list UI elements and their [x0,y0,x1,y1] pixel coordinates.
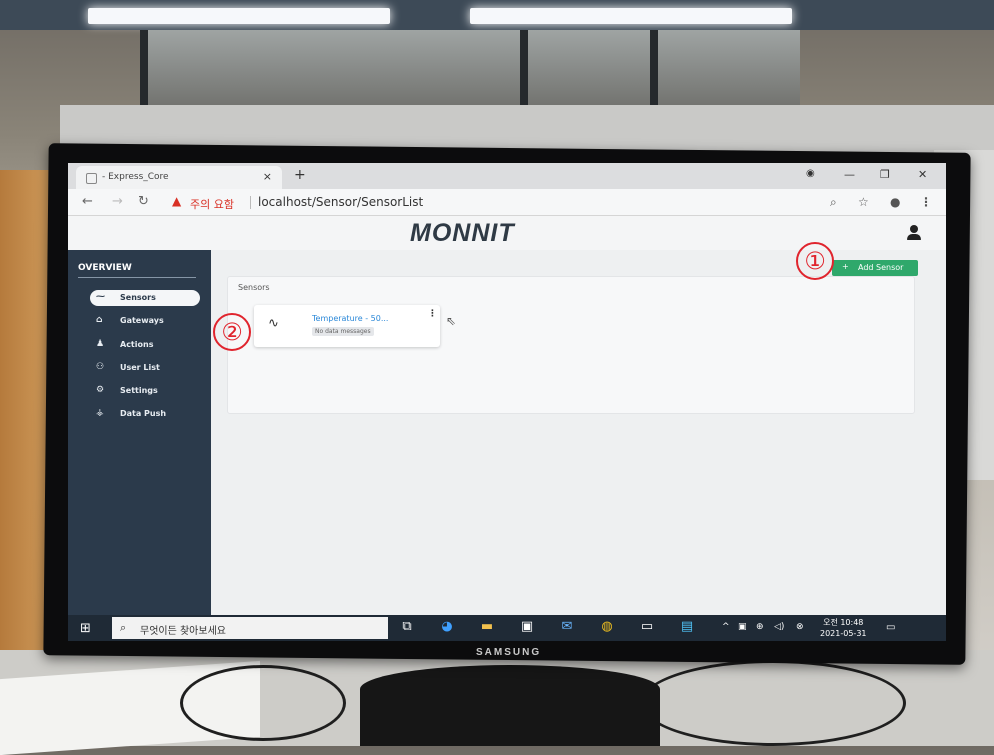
user-body-shape [907,234,921,240]
sidebar: OVERVIEW ⁓ Sensors ⌂ Gateways ♟ Actions … [68,250,211,641]
status-badge: No data messages [312,327,374,336]
monitor-stand [360,665,660,746]
cable [640,660,906,746]
mail-icon[interactable]: ✉ [558,619,576,637]
browser-toolbar: ← → ↻ ▲ 주의 요함 localhost/Sensor/SensorLis… [68,189,946,216]
search-icon: ⌕ [120,621,127,634]
warning-icon: ▲ [172,194,182,208]
monitor-screen: - Express_Core × + ◉ — ❐ ✕ ← → ↻ ▲ 주의 요함… [68,163,946,641]
sidebar-item-settings[interactable]: ⚙ Settings [90,383,200,399]
network-icon: ⚶ [96,408,104,418]
address-separator [250,196,251,209]
sidebar-item-actions[interactable]: ♟ Actions [90,337,200,353]
monitor-brand-logo: SAMSUNG [476,647,542,658]
main-content: + Add Sensor Sensors ∿ Temperature - 50.… [211,250,946,641]
browser-tab-bar: - Express_Core × + ◉ — ❐ ✕ [68,163,946,189]
not-secure-label[interactable]: 주의 요함 [190,196,234,212]
terminal-icon[interactable]: ▭ [638,619,656,637]
profile-icon[interactable]: ● [890,195,900,209]
sidebar-item-label: Sensors [120,293,156,302]
plus-icon: + [842,262,849,271]
sidebar-item-data-push[interactable]: ⚶ Data Push [90,406,200,422]
sidebar-title: OVERVIEW [78,263,132,273]
search-placeholder: 무엇이든 찾아보세요 [140,626,226,637]
pulse-icon: ⁓ [96,292,105,302]
minimize-button[interactable]: — [844,168,855,181]
remote-desktop-icon[interactable]: ▤ [678,619,696,637]
clock-time: 오전 10:48 [823,618,864,627]
sidebar-item-sensors[interactable]: ⁓ Sensors [90,290,200,306]
taskbar-clock[interactable]: 오전 10:48 2021-05-31 [820,617,867,639]
windows-taskbar: ⊞ ⌕ 무엇이든 찾아보세요 ⧉ ◕ ▬ ▣ ✉ ◍ ▭ ▤ ^ ▣ ⊕ ◁) … [68,615,946,641]
file-explorer-icon[interactable]: ▬ [478,619,496,637]
store-icon[interactable]: ▣ [518,619,536,637]
tab-close-icon[interactable]: × [263,170,272,183]
address-bar[interactable]: localhost/Sensor/SensorList [258,195,423,209]
mouse-cursor-icon: ⇖ [446,314,457,328]
pulse-icon: ∿ [268,316,279,331]
maximize-button[interactable]: ❐ [880,168,890,181]
chrome-icon[interactable]: ◍ [598,619,616,637]
sensors-panel: Sensors ∿ Temperature - 50... No data me… [227,276,915,414]
sidebar-divider [78,277,196,278]
clock-date: 2021-05-31 [820,629,867,638]
task-view-icon[interactable]: ⧉ [398,619,416,637]
sidebar-item-label: Gateways [120,316,164,325]
volume-icon[interactable]: ◁) [774,622,784,632]
ime-icon[interactable]: ⊗ [796,622,804,632]
bell-icon: ♟ [96,339,105,349]
ceiling-light [88,8,390,24]
gear-icon: ⚙ [96,385,105,395]
tray-chevron-icon[interactable]: ^ [722,622,730,632]
sidebar-item-user-list[interactable]: ⚇ User List [90,360,200,376]
user-head-shape [910,225,918,233]
add-sensor-button[interactable]: + Add Sensor [832,260,918,276]
ceiling-light [470,8,792,24]
users-icon: ⚇ [96,362,105,372]
sensor-card[interactable]: ∿ Temperature - 50... No data messages ⋮ [254,305,440,347]
sidebar-item-label: Settings [120,386,158,395]
annotation-marker-2: ② [213,313,251,351]
card-menu-icon[interactable]: ⋮ [428,309,437,319]
page-favicon-icon [86,173,97,184]
router-icon: ⌂ [96,315,103,325]
sidebar-item-label: Data Push [120,409,167,418]
close-window-button[interactable]: ✕ [918,168,927,181]
search-icon[interactable]: ⌕ [830,195,837,210]
sidebar-item-label: Actions [120,340,154,349]
new-tab-button[interactable]: + [294,167,306,183]
monnit-logo: MONNIT [410,219,515,247]
sensor-name-link[interactable]: Temperature - 50... [312,314,388,323]
sidebar-item-gateways[interactable]: ⌂ Gateways [90,313,200,329]
tab-title: - Express_Core [102,172,169,182]
browser-menu-icon[interactable]: ⋮ [920,195,932,209]
panel-title: Sensors [238,283,270,292]
reload-icon[interactable]: ↻ [138,194,149,209]
user-account-icon[interactable] [904,223,924,243]
forward-arrow-icon[interactable]: → [112,194,123,209]
annotation-marker-1: ① [796,242,834,280]
sidebar-item-label: User List [120,363,160,372]
language-icon[interactable]: ⊕ [756,622,764,632]
notification-icon[interactable]: ▭ [886,622,895,633]
tray-app-icon[interactable]: ▣ [738,622,747,632]
add-sensor-label: Add Sensor [858,263,904,272]
windows-start-icon[interactable]: ⊞ [80,621,91,636]
back-arrow-icon[interactable]: ← [82,194,93,209]
bookmark-star-icon[interactable]: ☆ [858,195,869,209]
edge-browser-icon[interactable]: ◕ [438,619,456,637]
browser-tab[interactable]: - Express_Core × [76,166,282,189]
taskbar-search-input[interactable]: ⌕ 무엇이든 찾아보세요 [112,617,388,639]
cable [180,665,346,741]
tab-search-icon[interactable]: ◉ [806,168,815,179]
